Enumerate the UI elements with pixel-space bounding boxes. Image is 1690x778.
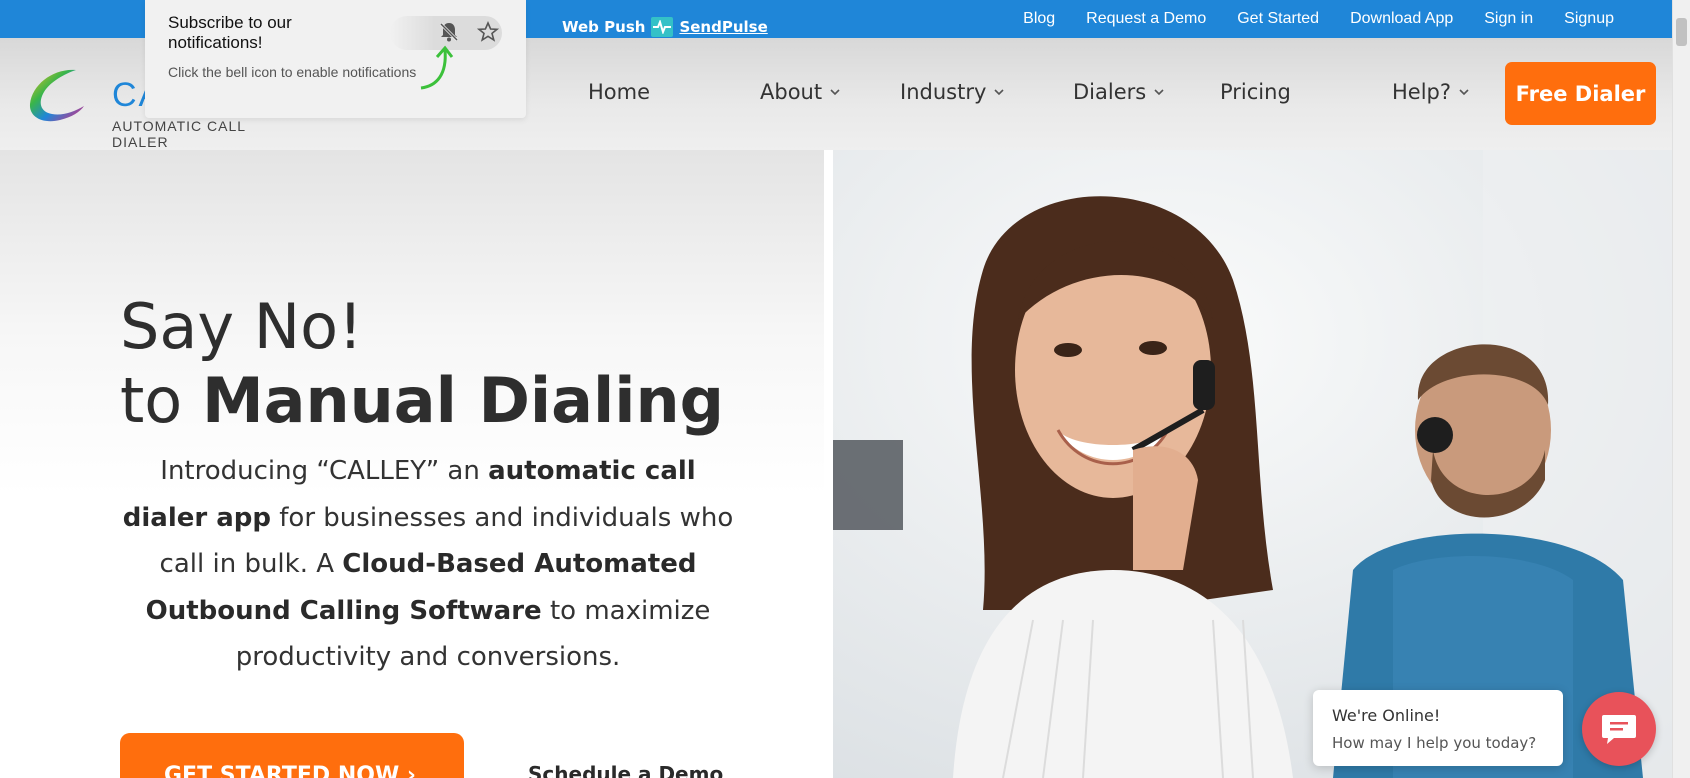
hero-heading-line1: Say No! [120,290,363,363]
chat-subtitle: How may I help you today? [1332,734,1537,752]
hero-heading-line2: to Manual Dialing [120,364,724,437]
chat-launcher-button[interactable] [1582,692,1656,766]
free-dialer-button[interactable]: Free Dialer [1505,62,1656,125]
call-center-agents-image [833,150,1672,778]
nav-pricing[interactable]: Pricing [1220,80,1291,104]
nav-help[interactable]: Help? [1392,80,1469,104]
chevron-down-icon [830,89,840,96]
nav-industry[interactable]: Industry [900,80,1004,104]
webpush-badge[interactable]: Web Push SendPulse [562,17,768,37]
bell-muted-icon[interactable] [437,20,461,44]
top-link-sign-in[interactable]: Sign in [1484,10,1533,28]
nav-industry-label: Industry [900,80,987,104]
notification-subtitle: Click the bell icon to enable notificati… [168,64,417,80]
nav-home[interactable]: Home [588,80,650,104]
nav-help-label: Help? [1392,80,1452,104]
scrollbar-thumb[interactable] [1676,18,1687,46]
hero-intro: Introducing “CALLEY” an automatic call d… [118,448,738,681]
nav-about-label: About [760,80,823,104]
notification-title: Subscribe to our notifications! [168,13,292,52]
green-arrow-icon [420,45,454,90]
page-scrollbar[interactable] [1672,0,1690,778]
nav-dialers-label: Dialers [1073,80,1147,104]
chevron-down-icon [1459,89,1469,96]
top-link-get-started[interactable]: Get Started [1237,10,1319,28]
webpush-label: Web Push [562,18,646,36]
get-started-button[interactable]: GET STARTED NOW › [120,733,464,778]
nav-home-label: Home [588,80,651,104]
top-link-blog[interactable]: Blog [1023,10,1055,28]
top-links: Blog Request a Demo Get Started Download… [1023,0,1614,38]
chevron-down-icon [994,89,1004,96]
star-icon[interactable] [476,20,500,44]
sendpulse-icon [651,17,674,37]
hero-heading-bold: Manual Dialing [201,364,725,437]
sendpulse-link[interactable]: SendPulse [679,18,767,36]
top-link-request-demo[interactable]: Request a Demo [1086,10,1206,28]
hero-section: Say No! to Manual Dialing Introducing “C… [0,150,1672,778]
intro-text-1: Introducing “CALLEY” an [160,456,489,486]
chevron-down-icon [1154,89,1164,96]
hero-text-panel: Say No! to Manual Dialing Introducing “C… [0,150,824,778]
top-link-signup[interactable]: Signup [1564,10,1614,28]
chat-greeting-bubble[interactable]: We're Online! How may I help you today? [1313,690,1563,766]
nav-pricing-label: Pricing [1220,80,1291,104]
nav-about[interactable]: About [760,80,840,104]
hero-heading-prefix: to [120,364,202,437]
chat-title: We're Online! [1332,706,1441,725]
nav-dialers[interactable]: Dialers [1073,80,1164,104]
top-link-download-app[interactable]: Download App [1350,10,1453,28]
schedule-demo-link[interactable]: Schedule a Demo [528,762,723,778]
chat-icon [1602,715,1636,744]
hero-photo [833,150,1672,778]
push-notification-prompt: Subscribe to our notifications! Click th… [145,0,526,118]
